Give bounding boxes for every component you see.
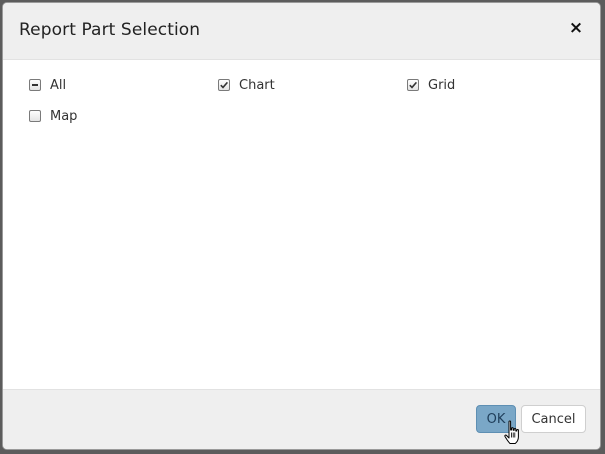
option-map[interactable]: Map	[29, 106, 77, 126]
checkmark-icon	[409, 81, 418, 89]
checkmark-icon	[220, 81, 229, 89]
checkbox-map[interactable]	[29, 110, 41, 122]
dialog-header: Report Part Selection ×	[3, 3, 600, 60]
indeterminate-icon	[32, 84, 38, 86]
close-icon[interactable]: ×	[568, 17, 584, 39]
dialog-footer: OK Cancel	[3, 389, 600, 449]
option-all-label: All	[50, 77, 67, 93]
option-chart[interactable]: Chart	[218, 75, 275, 95]
report-part-selection-dialog: Report Part Selection × All Chart Grid M…	[2, 2, 601, 450]
checkbox-grid[interactable]	[407, 79, 419, 91]
checkbox-chart[interactable]	[218, 79, 230, 91]
checkbox-all[interactable]	[29, 79, 41, 91]
option-all[interactable]: All	[29, 75, 66, 95]
dialog-body: All Chart Grid Map	[3, 60, 600, 390]
option-grid-label: Grid	[428, 77, 456, 93]
option-chart-label: Chart	[239, 77, 275, 93]
cancel-button[interactable]: Cancel	[521, 405, 586, 433]
dialog-title: Report Part Selection	[19, 20, 201, 40]
option-map-label: Map	[50, 108, 78, 124]
option-grid[interactable]: Grid	[407, 75, 455, 95]
ok-button[interactable]: OK	[476, 405, 516, 433]
